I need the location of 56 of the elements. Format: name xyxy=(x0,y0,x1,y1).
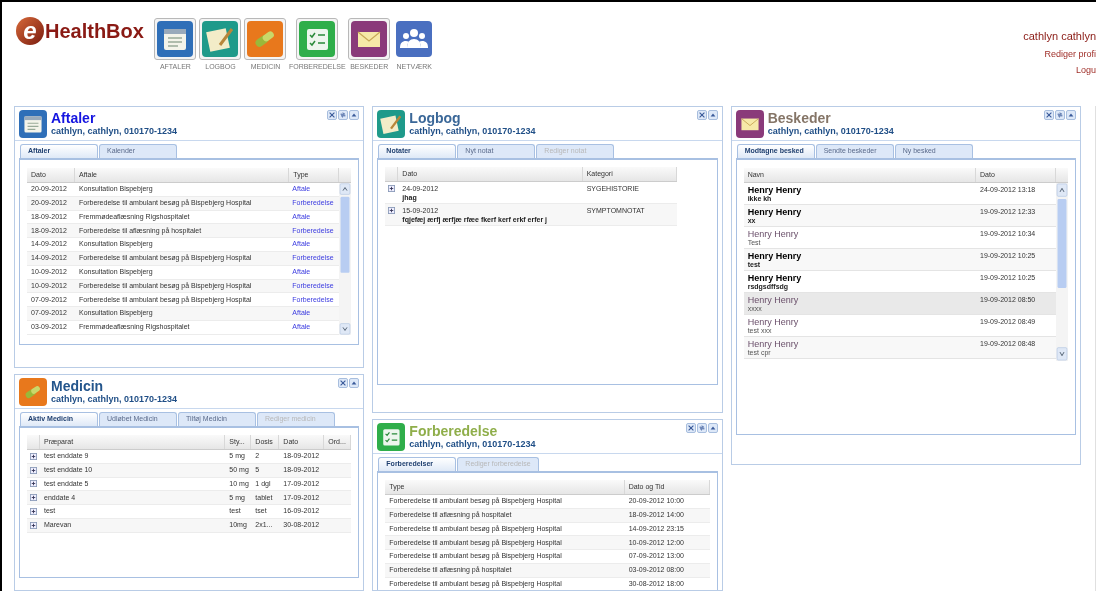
expand-icon[interactable] xyxy=(30,480,37,488)
patient-subtitle: cathlyn, cathlyn, 010170-1234 xyxy=(409,126,537,137)
sender-name: Henry Henry xyxy=(746,207,803,217)
calendar-icon xyxy=(157,21,194,57)
logo-mark: e xyxy=(16,17,44,45)
expand-icon[interactable] xyxy=(30,521,37,529)
sender-name: Henry Henry xyxy=(746,251,803,261)
sender-name: Henry Henry xyxy=(746,185,803,195)
envelope-icon xyxy=(735,110,764,138)
close-button[interactable] xyxy=(338,378,349,388)
checklist-icon xyxy=(299,21,336,57)
pills-icon xyxy=(19,378,47,406)
patient-subtitle: cathlyn, cathlyn, 010170-1234 xyxy=(51,394,179,405)
refresh-button[interactable] xyxy=(1055,110,1065,120)
expand-icon[interactable] xyxy=(30,508,37,516)
sender-name: Henry Henry xyxy=(746,229,800,239)
sender-name: Henry Henry xyxy=(746,317,800,327)
collapse-button[interactable] xyxy=(707,110,718,120)
patient-subtitle: cathlyn, cathlyn, 010170-1234 xyxy=(767,126,895,137)
notepad-icon xyxy=(202,21,239,57)
sender-name: Henry Henry xyxy=(746,273,803,283)
sender-name: Henry Henry xyxy=(746,295,800,305)
collapse-button[interactable] xyxy=(349,378,360,388)
notepad-icon xyxy=(377,110,406,138)
expand-icon[interactable] xyxy=(30,466,37,474)
close-button[interactable] xyxy=(1044,110,1054,120)
envelope-icon xyxy=(351,21,388,57)
expand-icon[interactable] xyxy=(388,207,396,214)
logo-text: HealthBox xyxy=(45,19,144,44)
panel-title: Medicin xyxy=(51,378,105,394)
collapse-button[interactable] xyxy=(707,423,718,433)
patient-subtitle: cathlyn, cathlyn, 010170-1234 xyxy=(51,126,179,137)
user-name: cathlyn cathlyn xyxy=(1023,29,1096,44)
sender-name: Henry Henry xyxy=(746,339,800,349)
collapse-button[interactable] xyxy=(349,110,360,120)
scrollbar[interactable] xyxy=(339,183,352,335)
panel-title: Beskeder xyxy=(767,110,832,126)
panel-title: Aftaler xyxy=(51,110,97,126)
close-button[interactable] xyxy=(327,110,338,120)
user-link[interactable]: Rediger profi xyxy=(1044,47,1096,61)
patient-subtitle: cathlyn, cathlyn, 010170-1234 xyxy=(409,439,537,450)
close-button[interactable] xyxy=(685,423,696,433)
panel-title: Logbog xyxy=(409,110,462,126)
close-button[interactable] xyxy=(696,110,707,120)
collapse-button[interactable] xyxy=(1066,110,1076,120)
expand-icon[interactable] xyxy=(30,494,37,502)
calendar-icon xyxy=(19,110,47,138)
expand-icon[interactable] xyxy=(30,452,37,460)
expand-icon[interactable] xyxy=(388,185,396,192)
refresh-button[interactable] xyxy=(696,423,707,433)
panel-title: Forberedelse xyxy=(409,423,499,439)
people-icon xyxy=(396,21,433,57)
user-link[interactable]: Logu xyxy=(1075,64,1096,78)
pills-icon xyxy=(247,21,284,57)
checklist-icon xyxy=(377,423,406,451)
refresh-button[interactable] xyxy=(338,110,349,120)
